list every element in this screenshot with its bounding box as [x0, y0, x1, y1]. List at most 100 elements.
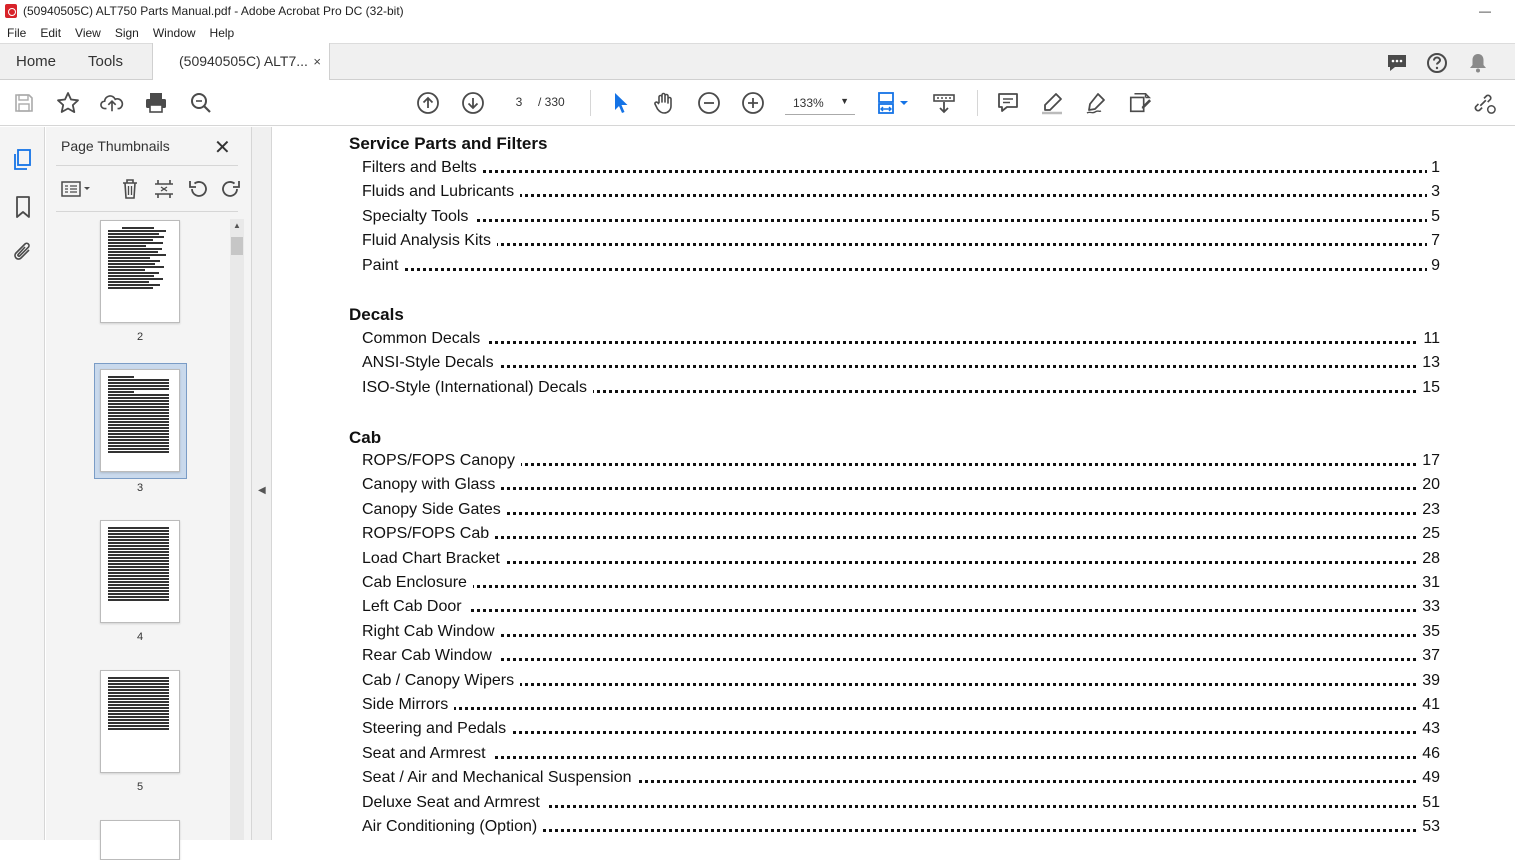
menu-help[interactable]: Help [203, 26, 242, 40]
tab-document[interactable]: (50940505C) ALT7... × [152, 43, 330, 81]
toc-entry-label: Paint [362, 257, 405, 275]
toc-entry-label: Filters and Belts [362, 159, 483, 177]
attachments-paperclip-icon[interactable] [11, 240, 35, 264]
toc-entry-link[interactable]: Seat / Air and Mechanical Suspension 49 [362, 769, 1440, 789]
thumbnails-scrollbar[interactable]: ▲ [230, 219, 244, 840]
bookmarks-icon[interactable] [11, 195, 35, 219]
toc-entry-link[interactable]: Rear Cab Window 37 [362, 647, 1440, 667]
menu-view[interactable]: View [68, 26, 108, 40]
hand-tool-icon[interactable] [652, 91, 676, 115]
bookmark-star-icon[interactable] [56, 91, 80, 115]
zoom-in-icon[interactable] [741, 91, 765, 115]
toolbar [0, 80, 1515, 126]
previous-page-icon[interactable] [416, 91, 440, 115]
toc-entry-label: ANSI-Style Decals [362, 354, 500, 372]
toc-entry-link[interactable]: Fluid Analysis Kits 7 [362, 232, 1440, 252]
crop-pages-icon[interactable] [152, 177, 176, 201]
toc-entry-link[interactable]: Side Mirrors 41 [362, 696, 1440, 716]
toc-entry-link[interactable]: ISO-Style (International) Decals 15 [362, 379, 1440, 399]
thumbnails-panel: Page Thumbnails ✕ ▲ 2 3 4 5 [46, 127, 252, 860]
zoom-search-icon[interactable] [189, 91, 213, 115]
toc-entry-link[interactable]: Steering and Pedals 43 [362, 720, 1440, 740]
close-icon[interactable]: ✕ [214, 135, 231, 160]
menu-edit[interactable]: Edit [33, 26, 68, 40]
collapse-arrow-icon[interactable]: ◀ [258, 485, 266, 496]
toc-dot-leader [362, 243, 1440, 246]
toc-entry-link[interactable]: Canopy Side Gates 23 [362, 501, 1440, 521]
comment-bubble-icon[interactable] [1386, 52, 1408, 74]
select-cursor-icon[interactable] [608, 91, 632, 115]
page-thumbnail[interactable] [100, 670, 180, 773]
toc-dot-leader [362, 634, 1440, 637]
toc-entry-label: Seat / Air and Mechanical Suspension [362, 769, 638, 787]
zoom-level-select[interactable]: 133% ▼ [785, 91, 855, 115]
toc-entry-link[interactable]: Deluxe Seat and Armrest 51 [362, 794, 1440, 814]
next-page-icon[interactable] [461, 91, 485, 115]
toc-entry-link[interactable]: Load Chart Bracket 28 [362, 550, 1440, 570]
toc-entry-page-number: 37 [1418, 647, 1440, 665]
toc-entry-page-number: 41 [1418, 696, 1440, 714]
toc-entry-link[interactable]: Right Cab Window 35 [362, 623, 1440, 643]
toc-entry-link[interactable]: Specialty Tools 5 [362, 208, 1440, 228]
toc-entry-link[interactable]: Left Cab Door 33 [362, 598, 1440, 618]
toc-entry-link[interactable]: Common Decals 11 [362, 330, 1440, 350]
draw-sign-icon[interactable] [1084, 91, 1108, 115]
print-icon[interactable] [144, 91, 168, 115]
toc-entry-page-number: 49 [1418, 769, 1440, 787]
tab-close-button[interactable]: × [313, 43, 321, 80]
page-thumbnail[interactable] [100, 520, 180, 623]
toc-entry-label: Cab Enclosure [362, 574, 473, 592]
edit-pdf-icon[interactable] [1128, 91, 1152, 115]
toc-dot-leader [362, 365, 1440, 368]
toc-entry-label: Air Conditioning (Option) [362, 818, 544, 836]
menu-file[interactable]: File [0, 26, 33, 40]
panel-collapse-strip[interactable]: ◀ [252, 127, 272, 840]
notification-bell-icon[interactable] [1467, 52, 1489, 74]
toc-entry-link[interactable]: Air Conditioning (Option) 53 [362, 818, 1440, 838]
fit-page-dropdown-icon[interactable] [897, 91, 911, 115]
toc-entry-link[interactable]: Seat and Armrest 46 [362, 745, 1440, 765]
menu-window[interactable]: Window [146, 26, 203, 40]
document-view[interactable]: Service Parts and Filters Filters and Bel… [272, 127, 1515, 840]
scroll-mode-icon[interactable] [932, 91, 956, 115]
tab-tools[interactable]: Tools [88, 44, 123, 80]
page-thumbnails-icon[interactable] [11, 148, 35, 172]
add-comment-icon[interactable] [996, 91, 1020, 115]
toc-entry-page-number: 9 [1427, 257, 1440, 275]
toc-entry-link[interactable]: Fluids and Lubricants 3 [362, 183, 1440, 203]
scrollbar-thumb[interactable] [231, 237, 243, 255]
page-number-input[interactable] [505, 91, 533, 113]
toc-dot-leader [362, 487, 1440, 490]
help-icon[interactable] [1426, 52, 1448, 74]
toc-entry-link[interactable]: Cab Enclosure 31 [362, 574, 1440, 594]
thumbnail-options-icon[interactable] [60, 177, 92, 201]
toc-entry-link[interactable]: Cab / Canopy Wipers 39 [362, 672, 1440, 692]
delete-trash-icon[interactable] [118, 177, 142, 201]
thumbnail-page-number: 4 [136, 631, 144, 643]
page-thumbnail-selected[interactable] [100, 369, 180, 472]
toc-entry-page-number: 1 [1427, 159, 1440, 177]
zoom-out-icon[interactable] [697, 91, 721, 115]
menu-bar: File Edit View Sign Window Help [0, 22, 1515, 43]
share-link-icon[interactable] [1472, 91, 1496, 115]
rotate-clockwise-icon[interactable] [219, 177, 243, 201]
save-icon[interactable] [12, 91, 36, 115]
toc-entry-page-number: 28 [1418, 550, 1440, 568]
toc-entry-link[interactable]: Filters and Belts 1 [362, 159, 1440, 179]
toc-entry-link[interactable]: Paint 9 [362, 257, 1440, 277]
rotate-counterclockwise-icon[interactable] [186, 177, 210, 201]
toc-dot-leader [362, 731, 1440, 734]
toc-entry-link[interactable]: ANSI-Style Decals 13 [362, 354, 1440, 374]
toc-entry-label: Canopy with Glass [362, 476, 502, 494]
toc-entry-link[interactable]: ROPS/FOPS Canopy 17 [362, 452, 1440, 472]
toc-entry-link[interactable]: ROPS/FOPS Cab 25 [362, 525, 1440, 545]
menu-sign[interactable]: Sign [108, 26, 146, 40]
page-thumbnail[interactable] [100, 220, 180, 323]
upload-cloud-icon[interactable] [100, 91, 124, 115]
tab-home[interactable]: Home [16, 44, 56, 80]
scroll-up-arrow-icon[interactable]: ▲ [233, 221, 241, 230]
minimize-button[interactable]: — [1462, 0, 1508, 22]
page-thumbnail[interactable] [100, 820, 180, 860]
highlight-pen-icon[interactable] [1040, 91, 1064, 115]
toc-entry-link[interactable]: Canopy with Glass 20 [362, 476, 1440, 496]
